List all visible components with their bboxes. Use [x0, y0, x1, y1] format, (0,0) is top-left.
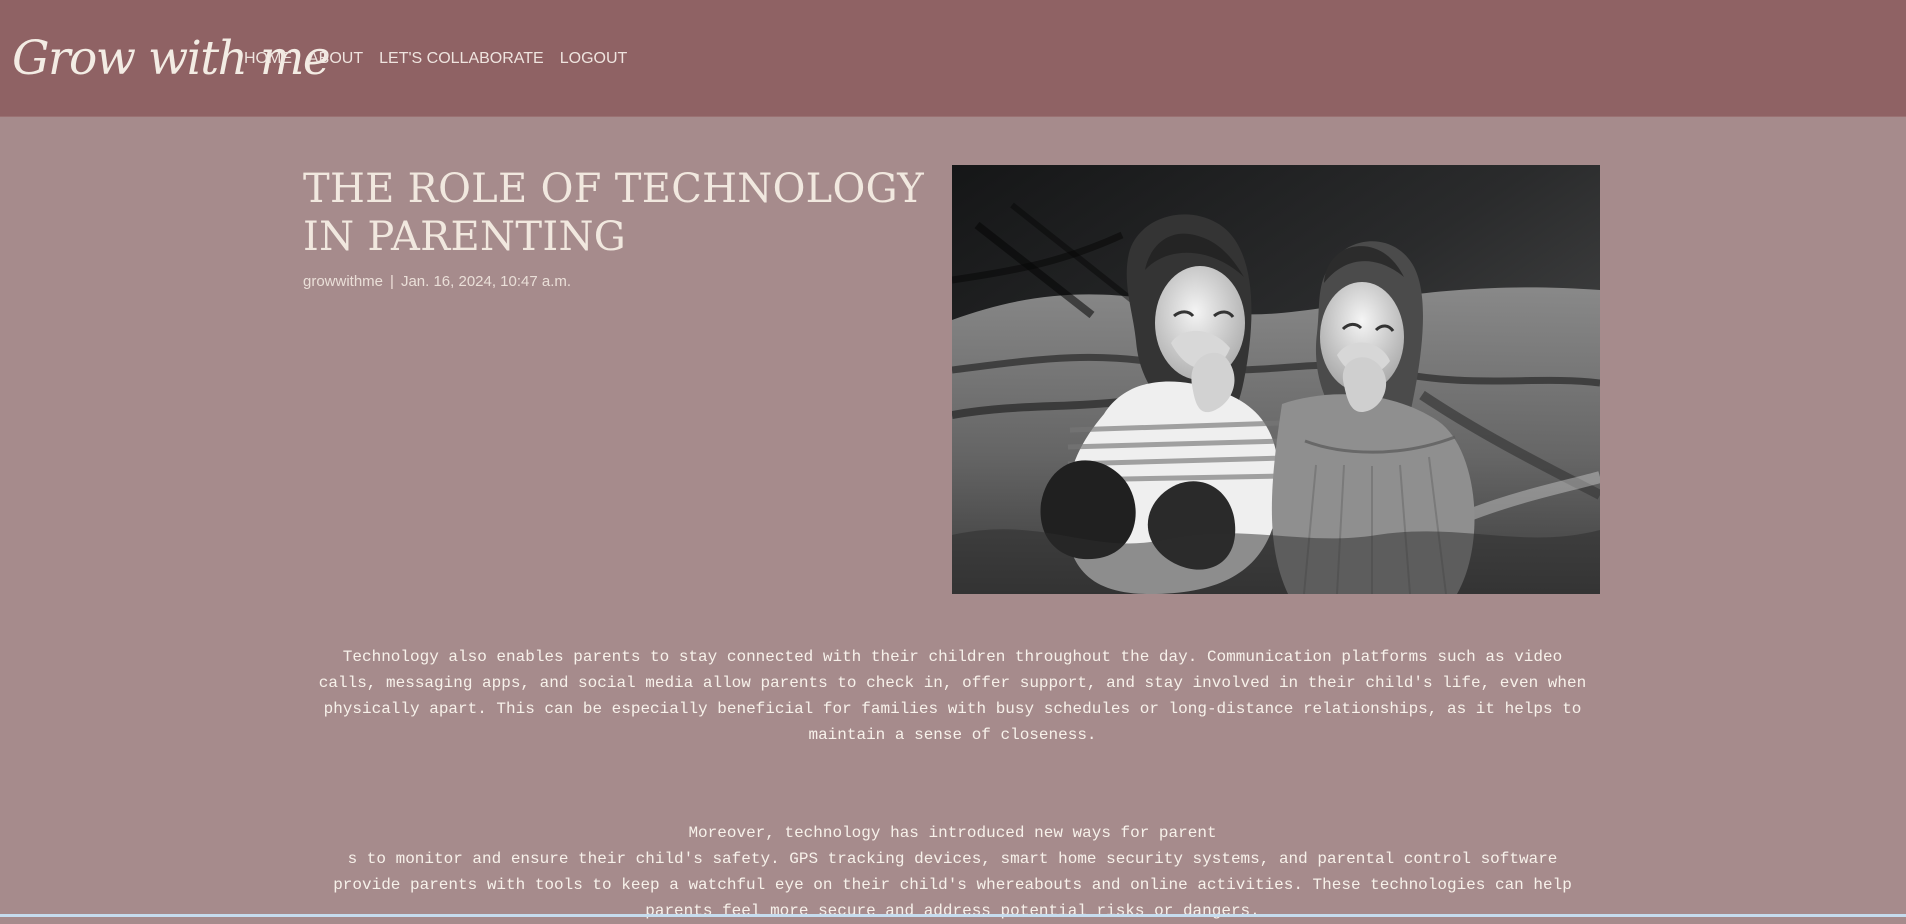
hero-photo-illustration [952, 165, 1600, 594]
main-navigation: HOME ABOUT LET'S COLLABORATE LOGOUT [244, 48, 627, 70]
meta-separator: | [390, 273, 394, 290]
post-paragraph-2: Moreover, technology has introduced new … [310, 820, 1595, 924]
post-author: growwithme [303, 273, 384, 290]
nav-link-about[interactable]: ABOUT [308, 48, 363, 70]
hero-image-two-girls-laughing [952, 165, 1600, 594]
nav-link-home[interactable]: HOME [244, 48, 292, 70]
top-navbar: Grow with me HOME ABOUT LET'S COLLABORAT… [0, 0, 1906, 117]
nav-link-logout[interactable]: LOGOUT [560, 48, 628, 70]
post-paragraph-2-text: Moreover, technology has introduced new … [333, 824, 1572, 920]
post-meta: growwithme | Jan. 16, 2024, 10:47 a.m. [303, 272, 571, 292]
post-paragraph-1: Technology also enables parents to stay … [318, 648, 1587, 744]
post-title: THE ROLE OF TECHNOLOGY IN PARENTING [303, 166, 924, 260]
post-date: Jan. 16, 2024, 10:47 a.m. [400, 273, 572, 290]
nav-link-collaborate[interactable]: LET'S COLLABORATE [379, 48, 544, 70]
